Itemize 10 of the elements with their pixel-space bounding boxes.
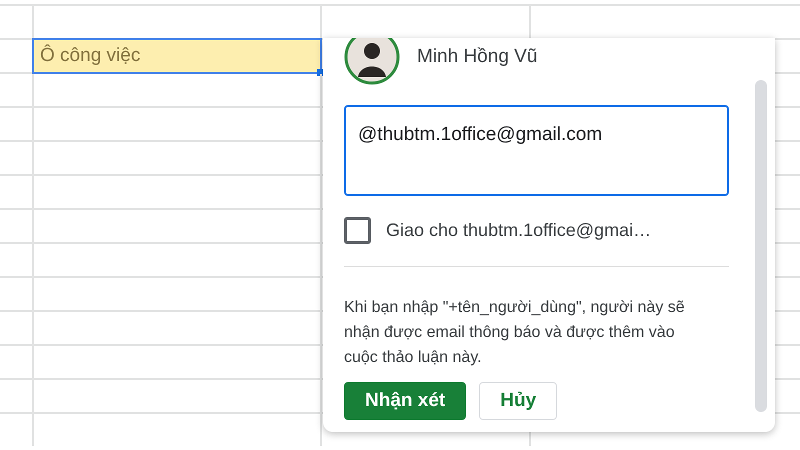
scrollbar[interactable] bbox=[755, 80, 767, 412]
author-name: Minh Hồng Vũ bbox=[417, 44, 538, 69]
spreadsheet-cell[interactable]: Ô công việc bbox=[32, 38, 322, 74]
cancel-button[interactable]: Hủy bbox=[479, 382, 558, 420]
avatar-icon bbox=[344, 38, 400, 85]
mention-hint: Khi bạn nhập "+tên_người_dùng", người này sẽ nhận được email thông báo và được thêm vào cuộc thảo luận này. bbox=[344, 298, 686, 368]
assign-label: Giao cho thubtm.1office@gmai… bbox=[386, 219, 652, 242]
comment-button[interactable]: Nhận xét bbox=[344, 382, 466, 420]
assign-checkbox[interactable] bbox=[344, 217, 371, 244]
comment-input-field[interactable]: @thubtm.1office@gmail.com bbox=[344, 105, 729, 196]
